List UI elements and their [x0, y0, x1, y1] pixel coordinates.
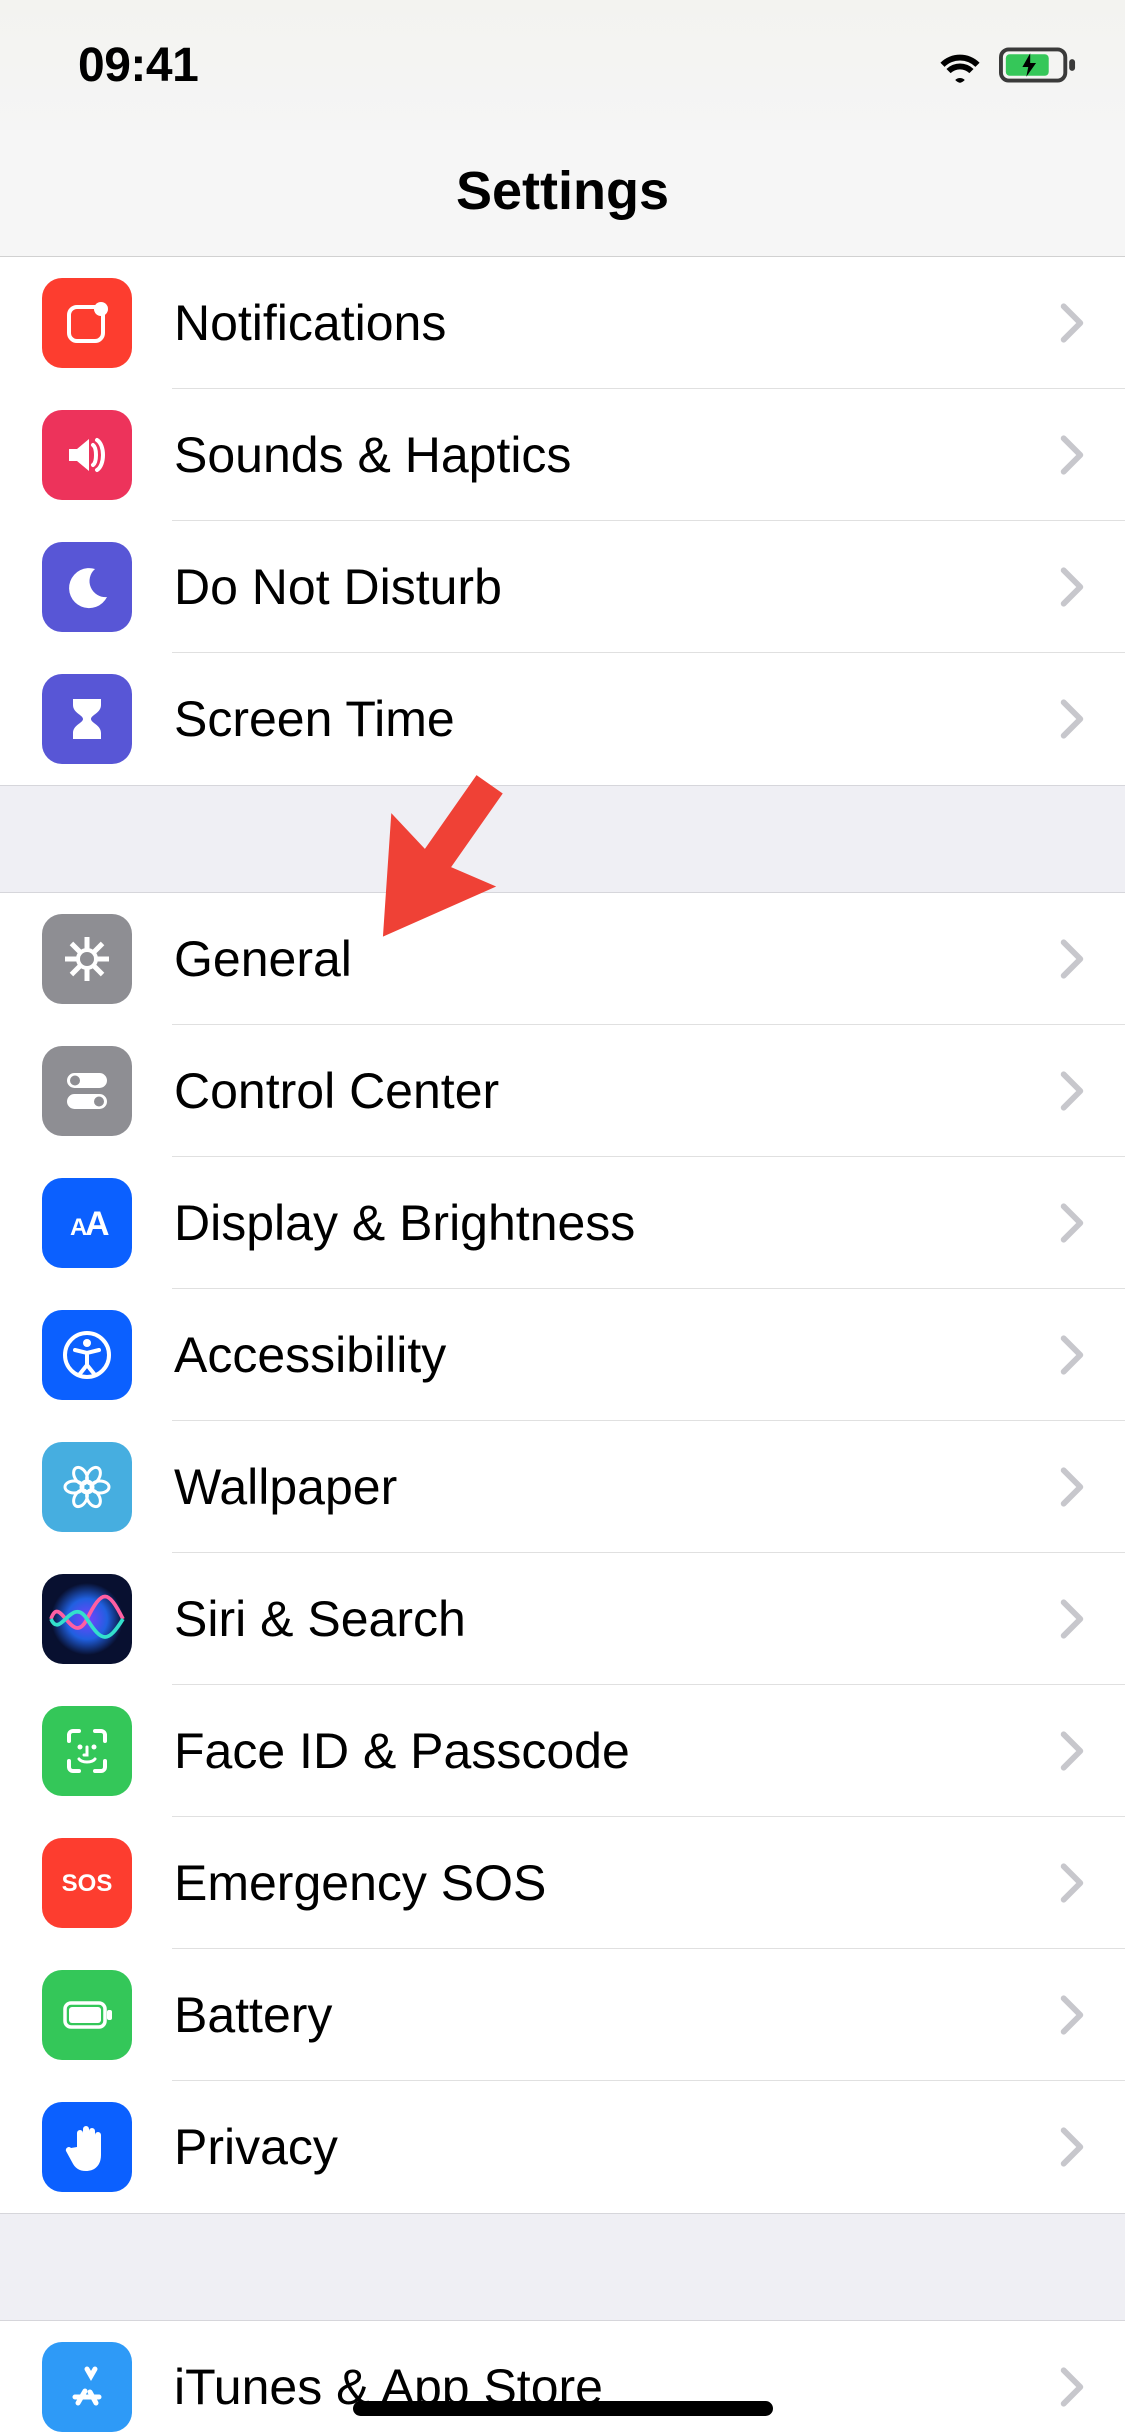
chevron-right-icon	[1059, 1203, 1085, 1243]
hourglass-icon	[42, 674, 132, 764]
svg-text:SOS: SOS	[62, 1870, 113, 1897]
row-itunes[interactable]: iTunes & App Store	[0, 2321, 1125, 2436]
row-label: Control Center	[174, 1062, 1059, 1120]
row-battery[interactable]: Battery	[0, 1949, 1125, 2081]
row-accessibility[interactable]: Accessibility	[0, 1289, 1125, 1421]
row-label: Sounds & Haptics	[174, 426, 1059, 484]
battery-charging-icon	[999, 46, 1077, 84]
status-bar: 09:41	[0, 0, 1125, 130]
chevron-right-icon	[1059, 699, 1085, 739]
row-wallpaper[interactable]: Wallpaper	[0, 1421, 1125, 1553]
row-label: Screen Time	[174, 690, 1059, 748]
chevron-right-icon	[1059, 303, 1085, 343]
faceid-icon	[42, 1706, 132, 1796]
row-siri[interactable]: Siri & Search	[0, 1553, 1125, 1685]
flower-icon	[42, 1442, 132, 1532]
battery-icon	[42, 1970, 132, 2060]
chevron-right-icon	[1059, 1599, 1085, 1639]
row-label: Emergency SOS	[174, 1854, 1059, 1912]
siri-icon	[42, 1574, 132, 1664]
settings-group: General Control Center AA Display & Brig…	[0, 893, 1125, 2213]
group-separator	[0, 785, 1125, 893]
svg-text:A: A	[85, 1205, 110, 1243]
textsize-icon: AA	[42, 1178, 132, 1268]
nav-header: Settings	[0, 130, 1125, 257]
row-faceid[interactable]: Face ID & Passcode	[0, 1685, 1125, 1817]
chevron-right-icon	[1059, 939, 1085, 979]
settings-group: iTunes & App Store	[0, 2321, 1125, 2436]
row-notifications[interactable]: Notifications	[0, 257, 1125, 389]
gear-icon	[42, 914, 132, 1004]
settings-screen: 09:41 Settings Notifications	[0, 0, 1125, 2436]
row-label: Wallpaper	[174, 1458, 1059, 1516]
chevron-right-icon	[1059, 1467, 1085, 1507]
chevron-right-icon	[1059, 1731, 1085, 1771]
row-label: Notifications	[174, 294, 1059, 352]
row-screentime[interactable]: Screen Time	[0, 653, 1125, 785]
notifications-icon	[42, 278, 132, 368]
sos-icon: SOS	[42, 1838, 132, 1928]
home-indicator	[353, 2401, 773, 2416]
page-title: Settings	[0, 160, 1125, 222]
chevron-right-icon	[1059, 2127, 1085, 2167]
settings-group: Notifications Sounds & Haptics Do Not Di…	[0, 257, 1125, 785]
chevron-right-icon	[1059, 567, 1085, 607]
row-label: Battery	[174, 1986, 1059, 2044]
chevron-right-icon	[1059, 435, 1085, 475]
row-privacy[interactable]: Privacy	[0, 2081, 1125, 2213]
chevron-right-icon	[1059, 2367, 1085, 2407]
appstore-icon	[42, 2342, 132, 2432]
hand-icon	[42, 2102, 132, 2192]
moon-icon	[42, 542, 132, 632]
status-icons	[935, 46, 1077, 84]
group-separator	[0, 2213, 1125, 2321]
accessibility-icon	[42, 1310, 132, 1400]
row-sos[interactable]: SOS Emergency SOS	[0, 1817, 1125, 1949]
row-sounds[interactable]: Sounds & Haptics	[0, 389, 1125, 521]
chevron-right-icon	[1059, 1071, 1085, 1111]
chevron-right-icon	[1059, 1863, 1085, 1903]
sounds-icon	[42, 410, 132, 500]
row-dnd[interactable]: Do Not Disturb	[0, 521, 1125, 653]
chevron-right-icon	[1059, 1335, 1085, 1375]
switches-icon	[42, 1046, 132, 1136]
row-label: Siri & Search	[174, 1590, 1059, 1648]
row-general[interactable]: General	[0, 893, 1125, 1025]
wifi-icon	[935, 46, 985, 84]
row-label: General	[174, 930, 1059, 988]
chevron-right-icon	[1059, 1995, 1085, 2035]
row-label: Display & Brightness	[174, 1194, 1059, 1252]
row-display[interactable]: AA Display & Brightness	[0, 1157, 1125, 1289]
status-time: 09:41	[78, 38, 198, 93]
row-label: Privacy	[174, 2118, 1059, 2176]
row-controlcenter[interactable]: Control Center	[0, 1025, 1125, 1157]
row-label: Face ID & Passcode	[174, 1722, 1059, 1780]
row-label: Do Not Disturb	[174, 558, 1059, 616]
settings-list[interactable]: Notifications Sounds & Haptics Do Not Di…	[0, 257, 1125, 2436]
row-label: Accessibility	[174, 1326, 1059, 1384]
